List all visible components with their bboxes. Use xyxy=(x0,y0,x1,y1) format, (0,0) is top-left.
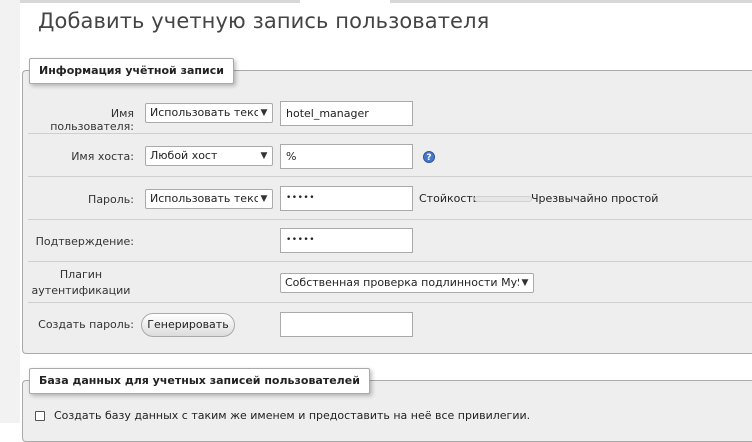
hostname-label: Имя хоста: xyxy=(71,150,134,163)
row-divider xyxy=(28,302,752,303)
auth-plugin-value: Собственная проверка подлинности MySQL xyxy=(285,276,519,289)
row-divider xyxy=(28,261,752,262)
row-divider xyxy=(28,219,752,220)
hostname-input[interactable]: % xyxy=(280,144,413,169)
username-mode-value: Использовать текстовое поле xyxy=(150,106,258,119)
row-divider xyxy=(28,176,752,177)
username-input[interactable]: hotel_manager xyxy=(280,101,413,126)
generated-password-input[interactable] xyxy=(280,312,413,337)
chevron-down-icon: ▼ xyxy=(260,108,268,118)
generate-password-button[interactable]: Генерировать xyxy=(141,313,235,337)
active-tab-indicator xyxy=(300,0,390,3)
generate-password-label: Создать пароль: xyxy=(38,318,134,331)
help-icon[interactable]: ? xyxy=(423,151,435,163)
page-title: Добавить учетную запись пользователя xyxy=(38,9,490,33)
top-tab-bar xyxy=(20,0,752,3)
account-info-legend: Информация учётной записи xyxy=(29,58,234,84)
create-db-checkbox[interactable] xyxy=(35,411,45,421)
hostname-select[interactable]: Любой хост ▼ xyxy=(145,146,273,166)
password-label: Пароль: xyxy=(88,193,134,206)
chevron-down-icon: ▼ xyxy=(521,278,529,288)
database-legend: База данных для учетных записей пользова… xyxy=(29,368,370,394)
confirm-label: Подтверждение: xyxy=(35,235,134,248)
username-label: Имя пользователя: xyxy=(50,107,134,133)
password-mode-select[interactable]: Использовать текстовое поле ▼ xyxy=(145,189,273,209)
username-mode-select[interactable]: Использовать текстовое поле ▼ xyxy=(145,103,273,123)
password-strength-text: Чрезвычайно простой xyxy=(531,192,659,205)
chevron-down-icon: ▼ xyxy=(260,151,268,161)
password-mode-value: Использовать текстовое поле xyxy=(150,192,258,205)
chevron-down-icon: ▼ xyxy=(260,194,268,204)
row-divider xyxy=(28,133,752,134)
password-strength-meter xyxy=(474,196,532,202)
create-db-checkbox-label[interactable]: Создать базу данных с таким же именем и … xyxy=(54,409,530,422)
hostname-select-value: Любой хост xyxy=(150,149,218,162)
confirm-password-input[interactable]: ••••• xyxy=(280,228,413,253)
password-input[interactable]: ••••• xyxy=(280,186,413,211)
auth-plugin-select[interactable]: Собственная проверка подлинности MySQL ▼ xyxy=(280,273,534,293)
auth-plugin-label-line2: аутентификации xyxy=(31,284,131,297)
left-panel-edge xyxy=(0,0,20,423)
auth-plugin-label-line1: Плагин xyxy=(59,268,103,281)
